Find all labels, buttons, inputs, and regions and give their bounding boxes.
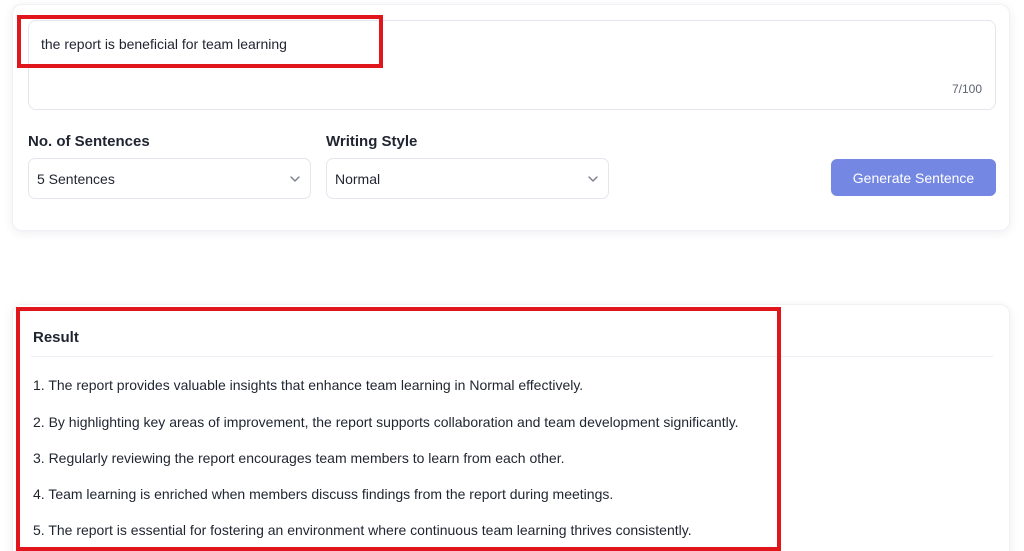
result-card: Result 1. The report provides valuable i… (12, 304, 1010, 551)
result-sentence-1: 1. The report provides valuable insights… (33, 377, 584, 393)
page: the report is beneficial for team learni… (0, 0, 1024, 551)
writing-style-select-value: Normal (335, 170, 381, 187)
chevron-down-icon (588, 176, 598, 182)
result-title: Result (33, 329, 79, 346)
sentences-label: No. of Sentences (28, 133, 150, 150)
generate-sentence-button[interactable]: Generate Sentence (831, 159, 996, 196)
writing-style-label: Writing Style (326, 133, 418, 150)
char-counter: 7/100 (951, 82, 982, 96)
result-sentence-5: 5. The report is essential for fostering… (33, 522, 692, 538)
generator-card: the report is beneficial for team learni… (12, 4, 1010, 231)
sentences-select-value: 5 Sentences (37, 170, 115, 187)
result-sentence-4: 4. Team learning is enriched when member… (33, 486, 614, 502)
result-divider (31, 356, 993, 357)
sentences-select[interactable]: 5 Sentences (28, 158, 311, 199)
result-sentence-2: 2. By highlighting key areas of improvem… (33, 414, 739, 430)
topic-textarea[interactable]: the report is beneficial for team learni… (28, 20, 996, 110)
result-sentence-3: 3. Regularly reviewing the report encour… (33, 450, 565, 466)
chevron-down-icon (290, 176, 300, 182)
writing-style-select[interactable]: Normal (326, 158, 609, 199)
topic-text: the report is beneficial for team learni… (41, 36, 287, 52)
